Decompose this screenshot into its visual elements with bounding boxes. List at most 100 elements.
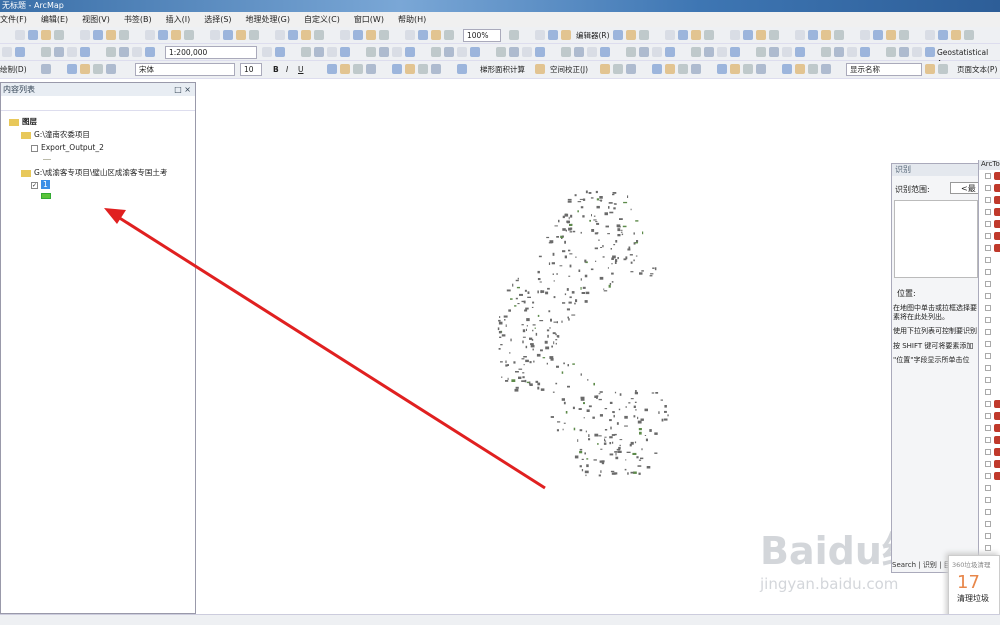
toolbar-icon[interactable] — [444, 30, 454, 40]
toolbar-icon[interactable] — [353, 30, 363, 40]
toolbar-icon[interactable] — [587, 47, 597, 57]
toolbar-icon[interactable] — [28, 30, 38, 40]
toolbar-icon[interactable] — [457, 64, 467, 74]
expand-icon[interactable] — [985, 305, 991, 311]
toolbar-icon[interactable] — [314, 30, 324, 40]
toolbar-icon[interactable] — [821, 47, 831, 57]
toolbar-icon[interactable] — [405, 47, 415, 57]
toolbar-icon[interactable] — [340, 64, 350, 74]
menu-customize[interactable]: 自定义(C) — [304, 12, 340, 27]
toolbar-icon[interactable] — [249, 30, 259, 40]
toolbar-icon[interactable] — [912, 47, 922, 57]
toolbox-item[interactable] — [979, 374, 1000, 386]
toolbox-item[interactable] — [979, 482, 1000, 494]
toolbar-icon[interactable] — [392, 64, 402, 74]
toolbar-icon[interactable] — [613, 64, 623, 74]
toolbar-icon[interactable] — [899, 30, 909, 40]
expand-icon[interactable] — [985, 401, 991, 407]
toolbar-icon[interactable] — [860, 47, 870, 57]
menu-selection[interactable]: 选择(S) — [204, 12, 231, 27]
toolbox-item[interactable] — [979, 386, 1000, 398]
toolbar-icon[interactable] — [925, 47, 935, 57]
menu-help[interactable]: 帮助(H) — [398, 12, 426, 27]
toolbar-icon[interactable] — [678, 64, 688, 74]
toolbar-icon[interactable] — [366, 30, 376, 40]
toolbar-icon[interactable] — [808, 64, 818, 74]
expand-icon[interactable] — [985, 545, 991, 551]
toolbox-item[interactable] — [979, 470, 1000, 482]
expand-icon[interactable] — [985, 521, 991, 527]
toolbar-icon[interactable] — [964, 30, 974, 40]
layers-root[interactable]: 图层 — [9, 117, 37, 127]
toolbar-icon[interactable] — [444, 47, 454, 57]
expand-icon[interactable] — [985, 365, 991, 371]
toolbox-item[interactable] — [979, 278, 1000, 290]
toolbar-icon[interactable] — [132, 47, 142, 57]
toolbar-icon[interactable] — [769, 47, 779, 57]
toolbar-icon[interactable] — [340, 47, 350, 57]
toolbar-icon[interactable] — [743, 30, 753, 40]
toolbox-item[interactable] — [979, 242, 1000, 254]
expand-icon[interactable] — [985, 317, 991, 323]
toolbar-icon[interactable] — [15, 30, 25, 40]
toolbar-icon[interactable] — [795, 30, 805, 40]
toolbox-item[interactable] — [979, 422, 1000, 434]
toolbar-icon[interactable] — [613, 30, 623, 40]
toolbox-item[interactable] — [979, 362, 1000, 374]
toolbar-icon[interactable] — [93, 30, 103, 40]
toolbar-icon[interactable] — [171, 30, 181, 40]
toolbox-item[interactable] — [979, 350, 1000, 362]
toolbar-icon[interactable] — [600, 47, 610, 57]
toolbar-icon[interactable] — [119, 30, 129, 40]
menu-insert[interactable]: 插入(I) — [166, 12, 191, 27]
toolbar-icon[interactable] — [210, 30, 220, 40]
toolbar-icon[interactable] — [691, 47, 701, 57]
toolbar-icon[interactable] — [353, 64, 363, 74]
toolbar-icon[interactable] — [769, 30, 779, 40]
identify-range-select[interactable]: <最 — [950, 182, 980, 194]
expand-icon[interactable] — [985, 425, 991, 431]
toolbar-icon[interactable] — [886, 47, 896, 57]
close-icon[interactable]: □ × — [174, 83, 191, 96]
toolbar-icon[interactable] — [873, 30, 883, 40]
toolbar-icon[interactable] — [925, 30, 935, 40]
expand-icon[interactable] — [985, 533, 991, 539]
toolbar-icon[interactable] — [626, 64, 636, 74]
toolbar-icon[interactable] — [340, 30, 350, 40]
toolbar-icon[interactable] — [535, 30, 545, 40]
italic-button[interactable]: I — [286, 64, 288, 75]
expand-icon[interactable] — [985, 377, 991, 383]
toolbar-icon[interactable] — [379, 30, 389, 40]
expand-icon[interactable] — [985, 509, 991, 515]
toolbar-icon[interactable] — [431, 30, 441, 40]
toolbar-icon[interactable] — [327, 47, 337, 57]
toolbar-icon[interactable] — [717, 47, 727, 57]
toolbar-icon[interactable] — [418, 64, 428, 74]
toolbox-item[interactable] — [979, 314, 1000, 326]
expand-icon[interactable] — [985, 497, 991, 503]
toolbar-icon[interactable] — [327, 64, 337, 74]
spatial-adjust-menu[interactable]: 空间校正(J) — [550, 64, 588, 75]
toolbar-icon[interactable] — [704, 47, 714, 57]
toolbar-icon[interactable] — [795, 64, 805, 74]
expand-icon[interactable] — [985, 341, 991, 347]
group-layer-1[interactable]: G:\潼南农委项目 — [21, 130, 90, 140]
toolbar-icon[interactable] — [938, 30, 948, 40]
toolbar-icon[interactable] — [652, 47, 662, 57]
font-select[interactable]: 宋体 — [135, 63, 235, 76]
expand-icon[interactable] — [985, 257, 991, 263]
toolbar-icon[interactable] — [535, 47, 545, 57]
toolbar-icon[interactable] — [639, 47, 649, 57]
layer-export-output[interactable]: Export_Output_2 — [31, 143, 104, 153]
toolbar-icon[interactable] — [782, 64, 792, 74]
toolbar-icon[interactable] — [145, 47, 155, 57]
expand-icon[interactable] — [985, 485, 991, 491]
toolbar-icon[interactable] — [821, 30, 831, 40]
toolbar-icon[interactable] — [223, 30, 233, 40]
toolbar-icon[interactable] — [665, 47, 675, 57]
menu-windows[interactable]: 窗口(W) — [354, 12, 384, 27]
toolbox-item[interactable] — [979, 398, 1000, 410]
toolbar-icon[interactable] — [548, 30, 558, 40]
toolbar-icon[interactable] — [41, 64, 51, 74]
expand-icon[interactable] — [985, 473, 991, 479]
